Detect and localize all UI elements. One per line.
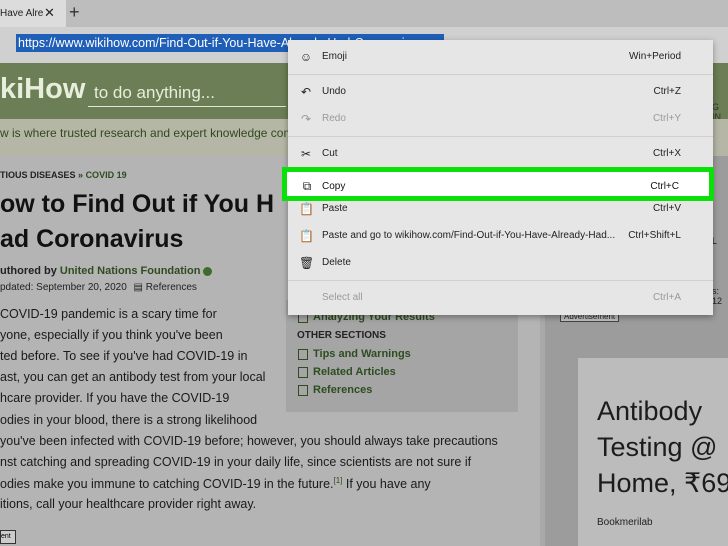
menu-item-paste[interactable]: 📋 Paste Ctrl+V: [288, 196, 713, 223]
paragraph-line: odies make you immune to catching COVID-…: [0, 476, 431, 491]
tab-close-icon[interactable]: ✕: [44, 5, 55, 21]
cut-icon: ✂: [300, 147, 312, 161]
menu-item-shortcut: Ctrl+Z: [653, 86, 682, 97]
page-title-line1: ow to Find Out if You H: [0, 190, 275, 218]
menu-item-delete[interactable]: 🗑 Delete: [288, 250, 713, 277]
sidebar-stat: s: 12: [712, 286, 723, 306]
paragraph-line: ted before. To see if you've had COVID-1…: [0, 349, 248, 363]
breadcrumb-current[interactable]: COVID 19: [86, 170, 127, 180]
toc-item[interactable]: References: [298, 384, 372, 396]
author-link[interactable]: United Nations Foundation: [60, 265, 201, 277]
menu-item-shortcut: Win+Period: [629, 51, 681, 62]
paragraph-line: nst catching and spreading COVID-19 in y…: [0, 455, 472, 469]
menu-item-redo: ↷ Redo Ctrl+Y: [288, 106, 713, 133]
menu-item-select-all: Select all Ctrl+A: [288, 285, 713, 312]
menu-item-label: Undo: [322, 86, 346, 97]
emoji-icon: ☺: [299, 50, 313, 64]
toc-item-label: Related Articles: [313, 366, 396, 378]
references-link-label: References: [145, 282, 197, 293]
author-prefix: uthored by: [0, 265, 60, 277]
ad-brand: Bookmerilab: [597, 517, 653, 528]
redo-icon: ↷: [300, 112, 312, 126]
toc-item[interactable]: Tips and Warnings: [298, 348, 411, 360]
tagline: w is where trusted research and expert k…: [0, 126, 301, 140]
document-icon: [298, 366, 308, 378]
tab-strip: [0, 0, 728, 27]
menu-item-label: Copy: [322, 181, 346, 192]
breadcrumb: TIOUS DISEASES » COVID 19: [0, 170, 127, 180]
delete-icon: 🗑: [299, 256, 315, 270]
toc-item-label: References: [313, 384, 373, 396]
tab-title: Have Alre: [0, 8, 44, 19]
menu-item-emoji[interactable]: ☺ Emoji Win+Period: [288, 44, 713, 71]
paragraph-line: itions, call your healthcare provider ri…: [0, 497, 257, 511]
paragraph-line: ast, you can get an antibody test from y…: [0, 370, 266, 384]
ad-corner-tag: ent: [0, 530, 16, 544]
breadcrumb-separator: »: [78, 170, 84, 180]
paragraph-line: odies in your blood, there is a strong l…: [0, 413, 258, 427]
menu-item-shortcut: Ctrl+V: [652, 203, 681, 214]
toc-other-heading: OTHER SECTIONS: [297, 330, 386, 341]
menu-item-label: Select all: [322, 292, 363, 303]
menu-item-cut[interactable]: ✂ Cut Ctrl+X: [288, 141, 713, 168]
menu-item-shortcut: Ctrl+C: [650, 181, 679, 192]
menu-item-undo[interactable]: ↶ Undo Ctrl+Z: [288, 79, 713, 106]
paragraph-text: If you have any: [342, 477, 431, 492]
menu-item-label: Paste: [322, 203, 348, 214]
updated-date: pdated: September 20, 2020: [0, 282, 127, 293]
menu-item-label: Emoji: [322, 51, 348, 62]
toc-item-label: Tips and Warnings: [313, 348, 411, 360]
paste-icon: 📋: [299, 202, 314, 216]
toc-item[interactable]: Related Articles: [298, 366, 396, 378]
menu-item-shortcut: Ctrl+Shift+L: [628, 230, 681, 241]
verified-check-icon: [203, 266, 213, 276]
paragraph-line: hcare provider. If you have the COVID-19: [0, 391, 230, 405]
menu-divider: [288, 280, 713, 281]
info-icon: [298, 348, 308, 360]
wikihow-logo[interactable]: kiHow: [0, 73, 85, 106]
paste-go-icon: 📋: [299, 229, 314, 243]
menu-item-shortcut: Ctrl+A: [652, 292, 681, 303]
menu-divider: [288, 74, 713, 75]
menu-item-label: Paste and go to wikihow.com/Find-Out-if-…: [322, 230, 616, 241]
ad-headline[interactable]: Antibody Testing @ Home, ₹69: [597, 393, 728, 501]
menu-item-label: Cut: [322, 148, 338, 159]
paragraph-text: odies make you immune to catching COVID-…: [0, 477, 334, 492]
menu-item-shortcut: Ctrl+X: [652, 148, 681, 159]
paragraph-line: you've been infected with COVID-19 befor…: [0, 434, 498, 448]
page-title-line2: ad Coronavirus: [0, 225, 184, 253]
paragraph-line: COVID-19 pandemic is a scary time for: [0, 307, 217, 321]
undo-icon: ↶: [300, 85, 312, 99]
search-placeholder: to do anything...: [94, 83, 215, 102]
menu-item-shortcut: Ctrl+Y: [652, 113, 681, 124]
updated-line: pdated: September 20, 2020 ▤ References: [0, 282, 197, 293]
menu-item-label: Delete: [322, 257, 351, 268]
menu-item-paste-and-go[interactable]: 📋 Paste and go to wikihow.com/Find-Out-i…: [288, 223, 713, 250]
new-tab-icon[interactable]: +: [69, 2, 80, 23]
copy-icon: ⧉: [302, 179, 312, 193]
breadcrumb-parent[interactable]: TIOUS DISEASES: [0, 170, 76, 180]
paragraph-line: yone, especially if you think you've bee…: [0, 328, 223, 342]
references-link[interactable]: ▤ References: [134, 282, 197, 293]
document-icon: [298, 384, 308, 396]
menu-divider: [288, 136, 713, 137]
author-line: uthored by United Nations Foundation: [0, 265, 213, 277]
menu-item-label: Redo: [322, 113, 346, 124]
